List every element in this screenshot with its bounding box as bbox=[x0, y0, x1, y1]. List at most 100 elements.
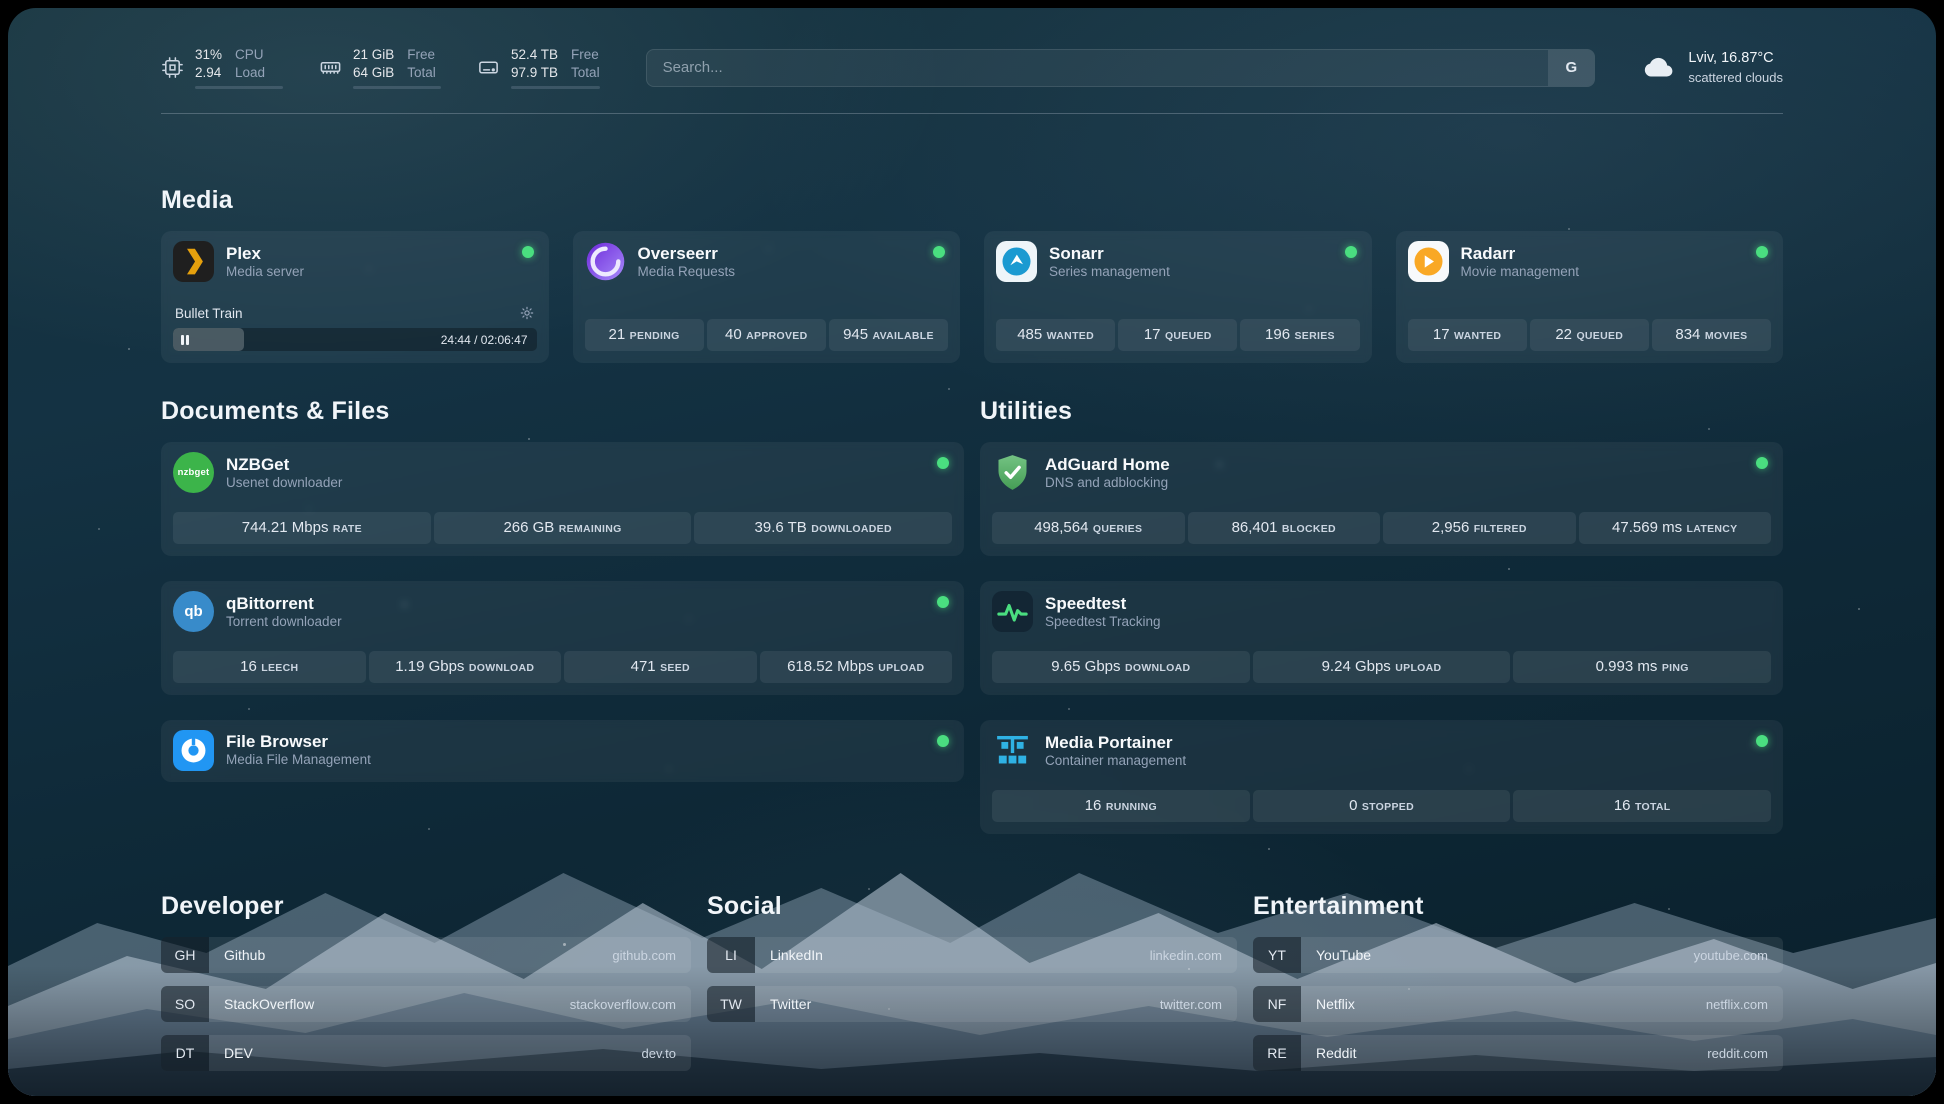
sonarr-icon bbox=[996, 241, 1037, 282]
status-dot bbox=[937, 457, 949, 469]
cpu-usage-value: 31% bbox=[195, 46, 222, 64]
stat-label: DOWNLOAD bbox=[469, 662, 534, 674]
stat-block: 22 QUEUED bbox=[1530, 319, 1649, 351]
bookmark-abbr: SO bbox=[161, 986, 209, 1022]
stat-block: 498,564 QUERIES bbox=[992, 512, 1185, 544]
bookmark-abbr: GH bbox=[161, 937, 209, 973]
bookmark-name: StackOverflow bbox=[224, 996, 314, 1012]
section-documents: Documents & Files nzbget NZBGet Usenet d… bbox=[161, 397, 964, 834]
stat-block: 834 MOVIES bbox=[1652, 319, 1771, 351]
memory-widget: 21 GiB 64 GiB Free Total bbox=[319, 46, 441, 89]
bookmark-url: netflix.com bbox=[1706, 997, 1768, 1012]
service-subtitle: Series management bbox=[1049, 264, 1170, 281]
bookmark-name: Github bbox=[224, 947, 265, 963]
playback-progress-bar[interactable]: 24:44 / 02:06:47 bbox=[173, 328, 537, 351]
bookmark-group-developer: Developer GH Github github.com SO StackO… bbox=[161, 892, 691, 1084]
service-name: qBittorrent bbox=[226, 593, 342, 614]
stat-block: 471 SEED bbox=[564, 651, 757, 683]
now-playing-title: Bullet Train bbox=[175, 306, 243, 321]
stat-block: 9.65 Gbps DOWNLOAD bbox=[992, 651, 1250, 683]
radarr-icon bbox=[1408, 241, 1449, 282]
service-name: AdGuard Home bbox=[1045, 454, 1170, 475]
bookmark-netflix[interactable]: NF Netflix netflix.com bbox=[1253, 986, 1783, 1022]
pause-icon[interactable] bbox=[181, 335, 189, 345]
nzbget-icon: nzbget bbox=[173, 452, 214, 493]
bookmark-url: stackoverflow.com bbox=[570, 997, 676, 1012]
stat-value: 21 bbox=[609, 326, 626, 343]
section-title-developer: Developer bbox=[161, 892, 691, 921]
bookmark-twitter[interactable]: TW Twitter twitter.com bbox=[707, 986, 1237, 1022]
stat-value: 618.52 Mbps bbox=[787, 658, 874, 675]
section-utilities: Utilities AdGuard Ho bbox=[980, 397, 1783, 834]
bookmark-dev[interactable]: DT DEV dev.to bbox=[161, 1035, 691, 1071]
bookmark-url: github.com bbox=[612, 948, 676, 963]
status-dot bbox=[1345, 246, 1357, 258]
stat-block: 0 STOPPED bbox=[1253, 790, 1511, 822]
playback-time: 24:44 / 02:06:47 bbox=[441, 333, 528, 347]
search-bar: G bbox=[646, 49, 1596, 87]
search-input[interactable] bbox=[647, 50, 1549, 86]
plex-now-playing: Bullet Train 24:44 / 02:06:47 bbox=[173, 303, 537, 351]
nzbget-icon-text: nzbget bbox=[178, 467, 210, 478]
service-name: File Browser bbox=[226, 731, 371, 752]
adguard-icon bbox=[992, 452, 1033, 493]
service-name: Media Portainer bbox=[1045, 732, 1186, 753]
bookmark-github[interactable]: GH Github github.com bbox=[161, 937, 691, 973]
bookmark-linkedin[interactable]: LI LinkedIn linkedin.com bbox=[707, 937, 1237, 973]
stat-block: 40 APPROVED bbox=[707, 319, 826, 351]
service-link-radarr[interactable]: Radarr Movie management bbox=[1408, 241, 1772, 282]
service-link-overseerr[interactable]: Overseerr Media Requests bbox=[585, 241, 949, 282]
stat-label: DOWNLOAD bbox=[1125, 662, 1190, 674]
service-link-portainer[interactable]: Media Portainer Container management bbox=[992, 730, 1771, 771]
stat-block: 485 WANTED bbox=[996, 319, 1115, 351]
service-name: Radarr bbox=[1461, 243, 1580, 264]
stat-value: 471 bbox=[631, 658, 656, 675]
stat-label: APPROVED bbox=[746, 330, 807, 342]
bookmark-group-entertainment: Entertainment YT YouTube youtube.com NF … bbox=[1253, 892, 1783, 1084]
service-link-adguard[interactable]: AdGuard Home DNS and adblocking bbox=[992, 452, 1771, 493]
service-card-filebrowser: File Browser Media File Management bbox=[161, 720, 964, 782]
stat-block: 39.6 TB DOWNLOADED bbox=[694, 512, 952, 544]
disk-progress-bar bbox=[511, 86, 600, 89]
service-card-qbittorrent: qb qBittorrent Torrent downloader 16 bbox=[161, 581, 964, 695]
service-name: Plex bbox=[226, 243, 304, 264]
bookmark-url: linkedin.com bbox=[1150, 948, 1222, 963]
service-link-filebrowser[interactable]: File Browser Media File Management bbox=[173, 730, 952, 771]
stat-label: WANTED bbox=[1454, 330, 1501, 342]
bookmark-stackoverflow[interactable]: SO StackOverflow stackoverflow.com bbox=[161, 986, 691, 1022]
stat-label: QUEUED bbox=[1576, 330, 1623, 342]
section-title-media: Media bbox=[161, 186, 1783, 215]
stat-block: 0.993 ms PING bbox=[1513, 651, 1771, 683]
service-card-nzbget: nzbget NZBGet Usenet downloader 744.21 M… bbox=[161, 442, 964, 556]
stat-value: 834 bbox=[1675, 326, 1700, 343]
service-link-plex[interactable]: Plex Media server bbox=[173, 241, 537, 282]
bookmark-group-social: Social LI LinkedIn linkedin.com TW Twitt… bbox=[707, 892, 1237, 1084]
stat-value: 945 bbox=[843, 326, 868, 343]
weather-condition: scattered clouds bbox=[1688, 69, 1783, 87]
status-dot bbox=[937, 596, 949, 608]
gear-icon[interactable] bbox=[519, 305, 535, 321]
service-link-qbittorrent[interactable]: qb qBittorrent Torrent downloader bbox=[173, 591, 952, 632]
cloud-icon bbox=[1641, 51, 1675, 85]
memory-free-label: Free bbox=[407, 46, 436, 64]
status-dot bbox=[1756, 457, 1768, 469]
filebrowser-icon bbox=[173, 730, 214, 771]
service-link-nzbget[interactable]: nzbget NZBGet Usenet downloader bbox=[173, 452, 952, 493]
service-link-sonarr[interactable]: Sonarr Series management bbox=[996, 241, 1360, 282]
stat-value: 9.24 Gbps bbox=[1322, 658, 1391, 675]
service-subtitle: Container management bbox=[1045, 753, 1186, 770]
status-dot bbox=[522, 246, 534, 258]
bookmark-reddit[interactable]: RE Reddit reddit.com bbox=[1253, 1035, 1783, 1071]
search-provider-button[interactable]: G bbox=[1548, 50, 1594, 86]
service-link-speedtest[interactable]: Speedtest Speedtest Tracking bbox=[992, 591, 1771, 632]
status-dot bbox=[933, 246, 945, 258]
stat-label: REMAINING bbox=[559, 523, 622, 535]
stat-value: 39.6 TB bbox=[755, 519, 807, 536]
service-subtitle: DNS and adblocking bbox=[1045, 475, 1170, 492]
stat-value: 9.65 Gbps bbox=[1051, 658, 1120, 675]
stat-block: 2,956 FILTERED bbox=[1383, 512, 1576, 544]
bookmark-youtube[interactable]: YT YouTube youtube.com bbox=[1253, 937, 1783, 973]
stat-label: LATENCY bbox=[1687, 523, 1738, 535]
bookmark-name: Netflix bbox=[1316, 996, 1355, 1012]
stat-block: 16 LEECH bbox=[173, 651, 366, 683]
